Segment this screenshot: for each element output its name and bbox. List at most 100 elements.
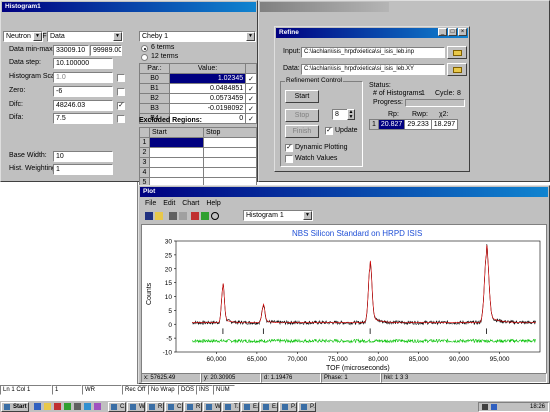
dynamic-plotting-checkbox[interactable]: ✓ — [285, 144, 293, 152]
chart-icon[interactable] — [191, 212, 199, 220]
update-checkbox[interactable]: ✓ — [325, 127, 333, 135]
histogram-titlebar[interactable]: Histogram1 — [2, 2, 256, 12]
difc-field[interactable]: 48246.03 — [53, 100, 113, 111]
menu-chart[interactable]: Chart — [182, 200, 199, 207]
progress-bar — [405, 99, 465, 107]
stop-button[interactable]: Stop — [285, 109, 319, 122]
hist-scale-field[interactable]: 1.0 — [53, 72, 113, 83]
editor-area[interactable] — [0, 182, 138, 384]
input-browse-button[interactable] — [447, 46, 467, 59]
refine-checkbox[interactable]: ✓ — [245, 103, 257, 114]
chevron-down-icon[interactable]: ▼ — [246, 32, 255, 41]
terms-6-radio[interactable] — [141, 45, 148, 52]
spin-arrows[interactable]: ▲ ▼ — [347, 109, 355, 120]
instrument-type-combo[interactable]: Neutron TOF ▼ — [3, 31, 47, 42]
app-icon[interactable] — [44, 403, 51, 410]
hist-weighting-field[interactable]: 1 — [53, 164, 113, 175]
base-width-label: Base Width: — [9, 152, 47, 159]
quick-launch — [32, 402, 107, 412]
chevron-down-icon[interactable]: ▼ — [33, 32, 42, 41]
print-icon[interactable] — [169, 212, 177, 220]
watch-values-checkbox[interactable] — [285, 155, 293, 163]
taskbar-item[interactable]: E.. — [241, 402, 259, 412]
taskbar-item[interactable]: W.. — [127, 402, 145, 412]
finish-button[interactable]: Finish — [285, 125, 319, 138]
taskbar-item[interactable]: P.. — [298, 402, 316, 412]
refine-checkbox[interactable]: ✓ — [245, 73, 257, 84]
taskbar-item[interactable]: W.. — [203, 402, 221, 412]
close-button[interactable]: × — [458, 28, 467, 36]
clock: 18:26 — [529, 404, 545, 410]
difa-field[interactable]: 7.5 — [53, 113, 113, 124]
chi2-header: χ2: — [439, 111, 449, 118]
cycle-value: 8 — [457, 90, 461, 97]
menu-help[interactable]: Help — [206, 200, 220, 207]
start-header: Start — [148, 127, 205, 138]
start-button[interactable]: Start — [285, 90, 319, 103]
data-browse-button[interactable] — [447, 63, 467, 76]
app-icon[interactable] — [64, 403, 71, 410]
zero-field[interactable]: -6 — [53, 86, 113, 97]
system-tray: 18:26 — [478, 402, 549, 412]
taskbar-item[interactable]: P.. — [279, 402, 297, 412]
table-row[interactable]: 2 — [139, 147, 257, 158]
data-mode-combo[interactable]: Data ▼ — [47, 31, 123, 42]
copy-icon[interactable] — [179, 212, 187, 220]
app-icon[interactable] — [84, 403, 91, 410]
open-icon[interactable] — [155, 212, 163, 220]
edit-icon[interactable] — [201, 212, 209, 220]
maximize-button[interactable]: □ — [448, 28, 457, 36]
difc-checkbox[interactable]: ✓ — [117, 102, 125, 110]
taskbar-item[interactable]: C.. — [165, 402, 183, 412]
refine-checkbox[interactable]: ✓ — [245, 93, 257, 104]
refine-checkbox[interactable]: ✓ — [245, 83, 257, 94]
histogram-select[interactable]: Histogram 1 ▼ — [243, 210, 313, 221]
chart-svg: NBS Silicon Standard on HRPD ISIS TOF (m… — [146, 229, 541, 372]
menu-file[interactable]: File — [145, 200, 156, 207]
zero-checkbox[interactable] — [117, 88, 125, 96]
terms-12-radio[interactable] — [141, 54, 148, 61]
menu-edit[interactable]: Edit — [163, 200, 175, 207]
speaker-icon[interactable] — [482, 404, 488, 410]
table-row[interactable]: B0 1.02345 ✓ — [139, 73, 257, 84]
table-row[interactable]: B2 0.0573459 ✓ — [139, 93, 257, 104]
hist-scale-checkbox[interactable] — [117, 74, 125, 82]
table-row[interactable]: 1 20.827 29.233 18.297 — [369, 119, 459, 130]
data-max-field[interactable]: 99989.00 — [90, 45, 122, 56]
data-step-field[interactable]: 10.100000 — [53, 58, 113, 69]
background-function-combo[interactable]: Cheby 1 ▼ — [139, 31, 256, 42]
app-icon[interactable] — [54, 403, 61, 410]
taskbar-item[interactable]: T.. — [222, 402, 240, 412]
plot-titlebar[interactable]: Plot — [140, 187, 548, 197]
taskbar-item[interactable]: E.. — [260, 402, 278, 412]
cycles-spinbox[interactable]: 8 — [332, 109, 348, 120]
app-icon[interactable] — [94, 403, 101, 410]
data-path-field[interactable]: C:\lachlan\isis_hrpd\xietica\si_isis_leb… — [301, 64, 445, 75]
app-icon[interactable] — [34, 403, 41, 410]
table-row[interactable]: 1 — [139, 137, 257, 148]
chevron-down-icon[interactable]: ▼ — [303, 211, 312, 220]
minimize-button[interactable]: _ — [438, 28, 447, 36]
network-icon[interactable] — [491, 404, 497, 410]
table-row[interactable]: B3 -0.0198092 ✓ — [139, 103, 257, 114]
chevron-down-icon[interactable]: ▼ — [113, 32, 122, 41]
data-min-field[interactable]: 33009.10 — [53, 45, 89, 56]
start-button-taskbar[interactable]: Start — [1, 402, 29, 412]
table-row[interactable]: B1 0.0484851 ✓ — [139, 83, 257, 94]
table-row[interactable]: 3 — [139, 157, 257, 168]
refine-checkbox[interactable]: ✓ — [245, 113, 257, 124]
x-tick-label: 85,000 — [409, 356, 429, 363]
taskbar-item[interactable]: R.. — [184, 402, 202, 412]
base-width-field[interactable]: 10 — [53, 151, 113, 162]
save-icon[interactable] — [145, 212, 153, 220]
taskbar: Start C.. W.. R.. C.. R.. W.. T.. E.. E.… — [0, 400, 550, 412]
background-window-titlebar[interactable] — [260, 2, 389, 12]
difa-checkbox[interactable] — [117, 115, 125, 123]
table-row[interactable]: 4 — [139, 167, 257, 178]
app-icon[interactable] — [74, 403, 81, 410]
taskbar-item[interactable]: R.. — [146, 402, 164, 412]
input-path-field[interactable]: C:\lachlan\isis_hrpd\xietica\si_isis_leb… — [301, 47, 445, 58]
taskbar-item[interactable]: C.. — [108, 402, 126, 412]
zoom-icon[interactable] — [211, 212, 219, 220]
y-tick-label: 0 — [168, 322, 172, 329]
